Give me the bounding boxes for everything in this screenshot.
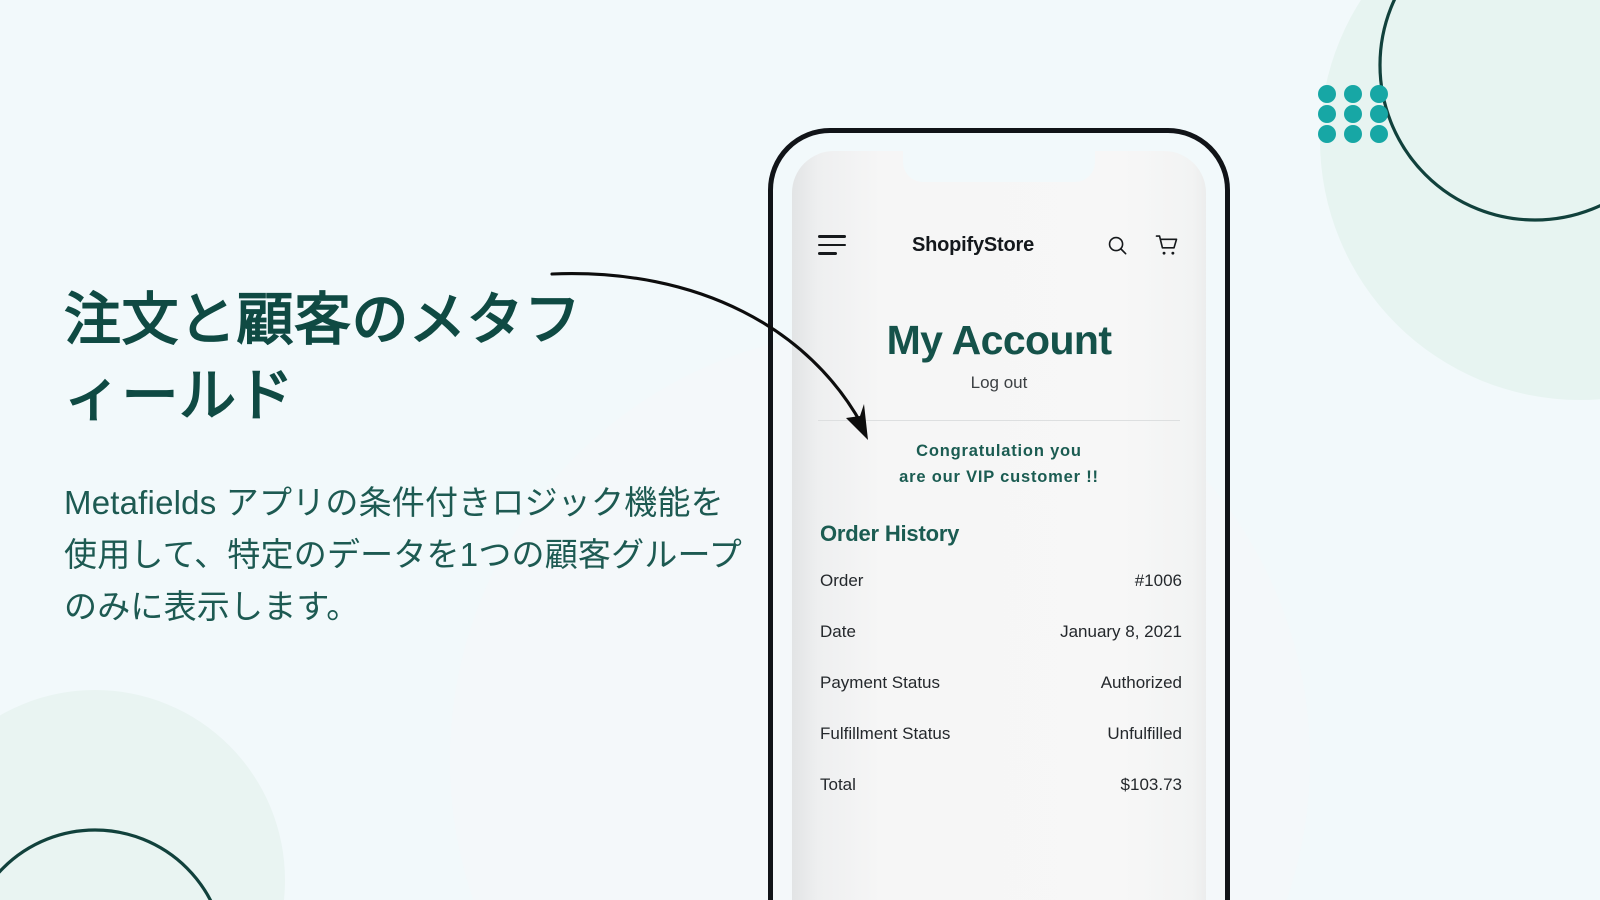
cart-icon[interactable] [1155, 234, 1180, 257]
backdrop-circle-bottom-left [0, 690, 285, 900]
phone-screen: ShopifyStore My Account Log out Congratu… [792, 151, 1206, 900]
copy-block: 注文と顧客のメタフィールド Metafields アプリの条件付きロジック機能を… [64, 282, 764, 633]
row-label: Payment Status [820, 673, 941, 692]
backdrop-circle-top-right [1320, 0, 1600, 400]
order-history-title: Order History [820, 521, 960, 546]
phone-mockup: ShopifyStore My Account Log out Congratu… [768, 128, 1230, 900]
vip-message-line-2: are our VIP customer !! [899, 467, 1099, 486]
page-title: 注文と顧客のメタフィールド [64, 288, 582, 429]
table-row: Order #1006 [820, 571, 1182, 622]
row-value: January 8, 2021 [1060, 622, 1182, 641]
row-label: Order [820, 571, 864, 590]
header-icons [1106, 234, 1180, 257]
table-row: Payment Status Authorized [820, 673, 1182, 724]
row-label: Date [820, 622, 856, 641]
account-page-title: My Account [886, 317, 1112, 363]
row-label: Total [820, 775, 856, 794]
promo-canvas: 注文と顧客のメタフィールド Metafields アプリの条件付きロジック機能を… [0, 0, 1600, 900]
outline-circle-top-right [1378, 0, 1600, 222]
page-description: Metafields アプリの条件付きロジック機能を使用して、特定のデータを1つ… [64, 483, 742, 625]
store-name: ShopifyStore [911, 233, 1035, 256]
table-row: Fulfillment Status Unfulfilled [820, 724, 1182, 775]
store-header: ShopifyStore [792, 223, 1206, 267]
row-value: #1006 [1134, 571, 1182, 590]
row-label: Fulfillment Status [820, 724, 951, 743]
row-value: $103.73 [1120, 775, 1182, 794]
vip-message: Congratulation you are our VIP customer … [832, 439, 1166, 490]
row-value: Authorized [1100, 673, 1182, 692]
logout-link[interactable]: Log out [792, 373, 1206, 393]
section-divider [818, 420, 1180, 421]
table-row: Date January 8, 2021 [820, 622, 1182, 673]
order-history-table: Order #1006 Date January 8, 2021 Payment… [820, 571, 1182, 826]
search-icon[interactable] [1106, 234, 1129, 257]
table-row: Total $103.73 [820, 775, 1182, 826]
vip-message-line-1: Congratulation you [916, 442, 1082, 460]
outline-circle-bottom-left [0, 828, 213, 900]
phone-notch [903, 151, 1095, 182]
row-value: Unfulfilled [1107, 724, 1182, 743]
